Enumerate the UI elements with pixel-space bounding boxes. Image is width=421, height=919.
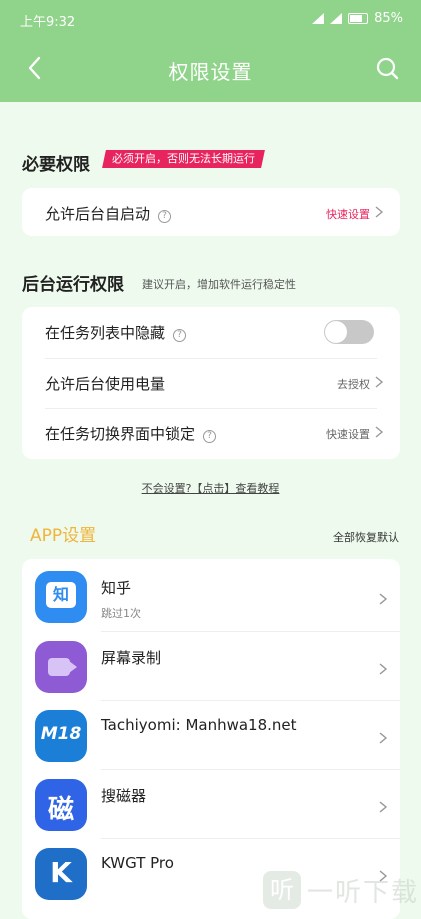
- kwgt-app-icon: K: [35, 848, 87, 900]
- signal-icon-2: [330, 13, 343, 24]
- signal-icon: [312, 13, 325, 24]
- status-icons: 85%: [312, 11, 403, 26]
- auto-start-text: 允许后台自启动: [45, 205, 151, 223]
- required-card: 允许后台自启动? 快速设置: [22, 188, 400, 236]
- camera-lens-icon: [69, 661, 77, 673]
- header-bar: 上午9:32 85% 权限设置: [0, 0, 421, 102]
- zhihu-icon-glyph: 知: [46, 582, 76, 608]
- help-icon[interactable]: ?: [158, 210, 172, 223]
- chevron-right-icon: [379, 732, 388, 744]
- nav-bar: 权限设置: [0, 42, 421, 98]
- watermark-logo-icon: 听: [262, 871, 301, 909]
- battery-icon: [348, 13, 369, 24]
- tachiyomi-icon-glyph: M18: [40, 724, 82, 744]
- kwgt-icon-glyph: K: [50, 856, 72, 889]
- background-card: 在任务列表中隐藏? 允许后台使用电量 去授权 在任务切换界面中锁定? 快速设置: [22, 307, 400, 459]
- hide-tasks-text: 在任务列表中隐藏: [45, 324, 166, 342]
- soucigi-app-icon: 磁: [35, 779, 87, 831]
- chevron-right-icon: [375, 376, 384, 388]
- chevron-right-icon: [379, 801, 388, 813]
- battery-usage-value: 去授权: [337, 378, 370, 391]
- chevron-right-icon: [379, 663, 388, 675]
- app-section-title: APP设置: [30, 526, 97, 546]
- camera-icon: [48, 658, 70, 676]
- required-warning-badge: 必须开启，否则无法长期运行: [102, 150, 265, 168]
- search-icon[interactable]: [373, 54, 401, 82]
- tachiyomi-app-icon: M18: [35, 710, 87, 762]
- tutorial-link[interactable]: 不会设置?【点击】查看教程: [0, 480, 421, 496]
- row-battery-usage[interactable]: 允许后台使用电量 去授权: [22, 358, 400, 408]
- app-name: Tachiyomi: Manhwa18.net: [101, 716, 297, 734]
- chevron-right-icon: [379, 593, 388, 605]
- app-name: KWGT Pro: [101, 854, 174, 872]
- lock-switcher-text: 在任务切换界面中锁定: [45, 425, 196, 443]
- hide-tasks-label: 在任务列表中隐藏?: [45, 322, 187, 343]
- auto-start-label: 允许后台自启动?: [45, 203, 172, 224]
- row-hide-in-tasks[interactable]: 在任务列表中隐藏?: [22, 307, 400, 357]
- page-title: 权限设置: [168, 60, 253, 84]
- zhihu-app-icon: 知: [35, 571, 87, 623]
- chevron-right-icon: [375, 206, 384, 218]
- app-name: 知乎: [101, 579, 132, 597]
- app-row-soucigi[interactable]: 磁 搜磁器: [22, 770, 400, 838]
- hide-tasks-toggle[interactable]: [324, 320, 374, 344]
- battery-usage-label: 允许后台使用电量: [45, 375, 166, 393]
- lock-switcher-label: 在任务切换界面中锁定?: [45, 423, 217, 444]
- status-time: 上午9:32: [20, 15, 76, 30]
- auto-start-value: 快速设置: [326, 208, 370, 221]
- app-row-tachiyomi[interactable]: M18 Tachiyomi: Manhwa18.net: [22, 701, 400, 769]
- required-warning-text: 必须开启，否则无法长期运行: [112, 152, 255, 165]
- help-icon[interactable]: ?: [203, 430, 217, 443]
- app-row-zhihu[interactable]: 知 知乎 跳过1次: [22, 562, 400, 630]
- toggle-knob: [325, 321, 347, 343]
- lock-switcher-value: 快速设置: [326, 428, 370, 441]
- background-section-subtitle: 建议开启，增加软件运行稳定性: [142, 278, 296, 291]
- soucigi-icon-glyph: 磁: [47, 795, 74, 825]
- status-bar: 上午9:32 85%: [0, 0, 421, 38]
- app-row-screen-recorder[interactable]: 屏幕录制: [22, 632, 400, 700]
- watermark-text: 一听下载: [306, 877, 419, 908]
- required-section-title: 必要权限: [22, 155, 90, 175]
- help-icon[interactable]: ?: [173, 329, 187, 342]
- app-list-card: 知 知乎 跳过1次 屏幕录制 M18 Tachiyomi: Manhwa18.n…: [22, 559, 400, 919]
- background-section-title: 后台运行权限: [22, 275, 124, 295]
- row-lock-in-switcher[interactable]: 在任务切换界面中锁定? 快速设置: [22, 408, 400, 458]
- chevron-right-icon: [375, 426, 384, 438]
- app-name: 搜磁器: [101, 787, 147, 805]
- watermark: 听 一听下载: [262, 871, 419, 909]
- row-auto-start[interactable]: 允许后台自启动? 快速设置: [22, 188, 400, 236]
- screen-recorder-app-icon: [35, 641, 87, 693]
- battery-level: 85%: [374, 11, 403, 26]
- app-skip-count: 跳过1次: [101, 607, 141, 620]
- app-name: 屏幕录制: [101, 649, 162, 667]
- reset-all-button[interactable]: 全部恢复默认: [333, 529, 399, 545]
